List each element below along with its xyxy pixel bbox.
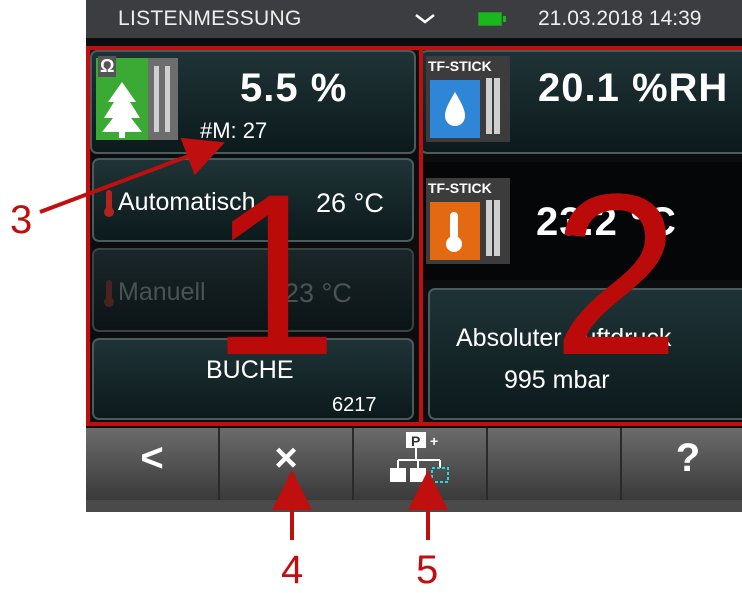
annotation-callout-4: 4 [281, 548, 304, 592]
annotation-callout-5: 5 [416, 548, 439, 592]
annotation-callout-3: 3 [10, 198, 33, 242]
annotation-arrows [39, 137, 448, 540]
